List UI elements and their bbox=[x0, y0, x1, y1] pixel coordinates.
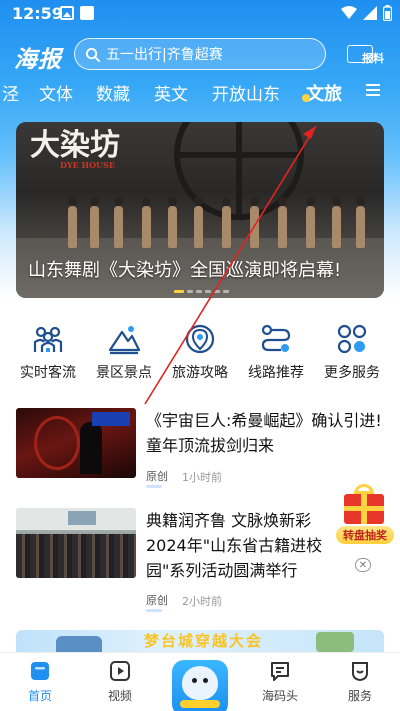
category-menu-icon[interactable] bbox=[366, 84, 380, 98]
news-title: 《宇宙巨人:希曼崛起》确认引进!童年顶流拔剑归来 bbox=[146, 411, 382, 455]
dancer-figure bbox=[250, 197, 259, 248]
dancer-figure bbox=[332, 197, 341, 248]
signal-icon bbox=[363, 6, 377, 20]
grid-icon bbox=[337, 324, 367, 354]
category-tabs: 泾 文体 数藏 英文 开放山东 文旅 bbox=[0, 80, 400, 106]
service-label: 景区景点 bbox=[96, 365, 152, 381]
banner-show-logo: 大染坊 DYE HOUSE bbox=[30, 128, 120, 171]
news-title: 典籍润齐鲁 文脉焕新彩 2024年"山东省古籍进校园"系列活动圆满举行 bbox=[146, 511, 323, 580]
status-time: 12:59 bbox=[12, 4, 63, 23]
route-icon bbox=[261, 324, 291, 352]
banner-carousel[interactable]: 大染坊 DYE HOUSE 山东舞剧《大染坊》全国巡演即将启幕! bbox=[16, 122, 384, 298]
search-icon bbox=[85, 47, 100, 62]
service-scenic-spots[interactable]: 景区景点 bbox=[84, 322, 164, 382]
service-label: 实时客流 bbox=[20, 365, 76, 381]
dancer-figure bbox=[194, 197, 203, 248]
dancer-figure bbox=[356, 197, 365, 248]
home-icon bbox=[31, 662, 49, 680]
wifi-icon bbox=[341, 6, 357, 19]
banner-dot[interactable] bbox=[205, 290, 211, 293]
mascot-eye bbox=[192, 678, 197, 683]
banner-title: 山东舞剧《大染坊》全国巡演即将启幕! bbox=[28, 260, 342, 281]
dancer-figure bbox=[114, 197, 123, 248]
mascot-eye bbox=[203, 678, 208, 683]
promo-text: 梦台城穿越大会 bbox=[144, 632, 264, 650]
service-realtime-traffic[interactable]: 实时客流 bbox=[8, 322, 88, 382]
tab-category[interactable]: 泾 bbox=[2, 80, 19, 105]
news-thumbnail bbox=[16, 408, 136, 478]
nav-label: 海码头 bbox=[261, 689, 298, 703]
dancer-figure bbox=[142, 197, 151, 248]
service-icon bbox=[352, 662, 368, 682]
report-label: 报料 bbox=[362, 52, 384, 65]
nav-service[interactable]: 服务 bbox=[320, 659, 400, 704]
tab-category[interactable]: 英文 bbox=[154, 80, 188, 105]
mascot-icon bbox=[182, 666, 218, 700]
news-tag: 原创 bbox=[146, 468, 168, 488]
mountain-icon bbox=[108, 326, 141, 355]
news-time: 1小时前 bbox=[182, 471, 222, 484]
nav-home[interactable]: 首页 bbox=[0, 659, 80, 704]
news-meta: 原创 2小时前 bbox=[146, 592, 222, 612]
nav-center-mascot-button[interactable] bbox=[172, 660, 228, 711]
news-time: 2小时前 bbox=[182, 595, 222, 608]
promo-banner[interactable]: 梦台城穿越大会 bbox=[16, 630, 384, 652]
nav-label: 首页 bbox=[27, 689, 52, 703]
people-icon bbox=[33, 326, 63, 352]
banner-dot[interactable] bbox=[223, 290, 229, 293]
search-placeholder: 五一出行|齐鲁超赛 bbox=[106, 47, 223, 63]
active-tab-indicator bbox=[302, 94, 310, 102]
status-bar: 12:59 bbox=[0, 0, 400, 28]
nav-video[interactable]: 视频 bbox=[80, 659, 160, 704]
service-label: 更多服务 bbox=[324, 365, 380, 381]
app-logo[interactable]: 海报 bbox=[14, 40, 62, 74]
service-label: 线路推荐 bbox=[248, 365, 304, 381]
banner-dot-active[interactable] bbox=[174, 290, 184, 293]
quick-services: 实时客流 景区景点 旅游攻略 线路推荐 更多服务 bbox=[0, 322, 400, 384]
dancer-figure bbox=[306, 197, 315, 248]
battery-icon bbox=[383, 5, 392, 21]
nav-haimatou[interactable]: 海码头 bbox=[240, 659, 320, 704]
tab-category-active[interactable]: 文旅 bbox=[306, 80, 342, 106]
dancer-figure bbox=[168, 197, 177, 248]
service-more[interactable]: 更多服务 bbox=[312, 322, 392, 382]
map-pin-icon bbox=[185, 324, 215, 354]
status-notification-icons bbox=[60, 6, 94, 20]
video-icon bbox=[110, 661, 130, 681]
news-item[interactable]: 《宇宙巨人:希曼崛起》确认引进!童年顶流拔剑归来 原创 1小时前 bbox=[16, 408, 384, 492]
news-tag: 原创 bbox=[146, 592, 168, 612]
service-route-recommend[interactable]: 线路推荐 bbox=[236, 322, 316, 382]
mascot-scarf bbox=[180, 700, 220, 708]
tab-category[interactable]: 文体 bbox=[39, 80, 73, 105]
nav-label: 服务 bbox=[347, 689, 372, 703]
banner-dot[interactable] bbox=[196, 290, 202, 293]
banner-pagination bbox=[174, 290, 229, 293]
report-button[interactable]: 报料 bbox=[334, 38, 386, 70]
lottery-label: 转盘抽奖 bbox=[336, 526, 394, 544]
gift-box-icon bbox=[344, 494, 384, 524]
banner-dot[interactable] bbox=[214, 290, 220, 293]
dancer-figure bbox=[68, 197, 77, 248]
service-label: 旅游攻略 bbox=[172, 365, 228, 381]
chat-icon bbox=[271, 662, 289, 681]
app-notification-icon bbox=[80, 6, 94, 20]
service-travel-guide[interactable]: 旅游攻略 bbox=[160, 322, 240, 382]
banner-logo-subtext: DYE HOUSE bbox=[60, 160, 115, 170]
banner-logo-text: 大染坊 bbox=[30, 128, 120, 163]
dancer-figure bbox=[90, 197, 99, 248]
dancer-figure bbox=[278, 197, 287, 248]
gallery-notification-icon bbox=[60, 6, 74, 20]
news-thumbnail bbox=[16, 508, 136, 578]
search-input[interactable]: 五一出行|齐鲁超赛 bbox=[74, 38, 326, 70]
tab-category[interactable]: 数藏 bbox=[96, 80, 130, 105]
news-meta: 原创 1小时前 bbox=[146, 468, 222, 488]
tab-category[interactable]: 开放山东 bbox=[212, 80, 280, 105]
nav-label: 视频 bbox=[107, 689, 132, 703]
close-icon[interactable]: ✕ bbox=[355, 558, 371, 572]
news-item[interactable]: 典籍润齐鲁 文脉焕新彩 2024年"山东省古籍进校园"系列活动圆满举行 原创 2… bbox=[16, 508, 384, 612]
banner-dot[interactable] bbox=[187, 290, 193, 293]
dancer-figure bbox=[222, 197, 231, 248]
lottery-floating-button[interactable]: 转盘抽奖 bbox=[336, 484, 394, 548]
status-system-icons bbox=[341, 5, 392, 21]
